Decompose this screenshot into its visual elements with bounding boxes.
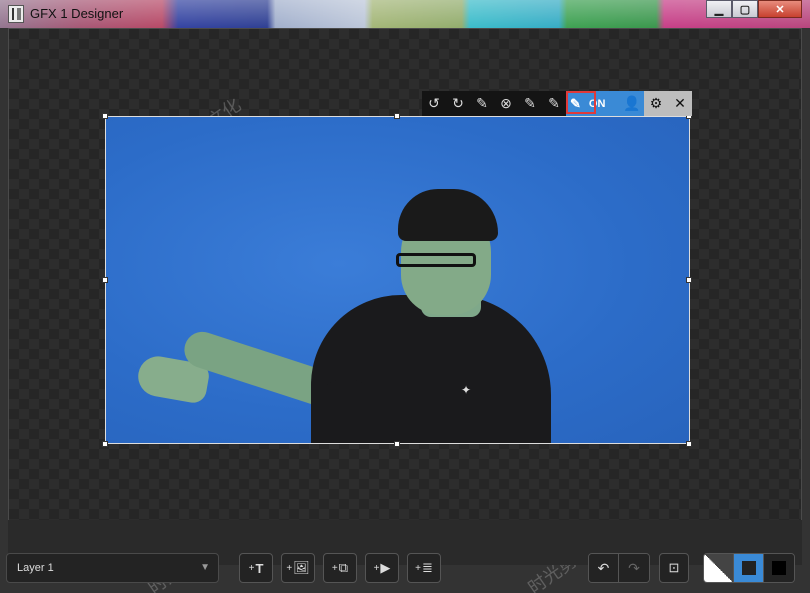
resize-handle[interactable]	[102, 277, 108, 283]
undo-button[interactable]: ↶	[589, 554, 619, 582]
window-title: GFX 1 Designer	[30, 6, 124, 21]
remove-icon[interactable]: ⊗	[494, 91, 518, 116]
shirt-logo-icon: ✦	[461, 383, 472, 397]
maximize-button[interactable]: ▢	[732, 0, 758, 18]
bg-dark-button[interactable]	[734, 554, 764, 582]
presenter-sleeve	[311, 379, 381, 443]
text-icon: T	[255, 560, 264, 576]
add-gallery-button[interactable]: + ⧉	[323, 553, 357, 583]
list-icon: ≣	[421, 560, 433, 575]
presenter-hair	[398, 189, 498, 241]
redo-button[interactable]: ↷	[619, 554, 649, 582]
layer-toolbar: ↺ ↻ ✎ ⊗ ✎ ✎ ✎ ON 👤 ⚙ ✕	[422, 91, 692, 116]
resize-handle[interactable]	[102, 113, 108, 119]
add-video-button[interactable]: + ▶	[365, 553, 399, 583]
pen-minus-icon[interactable]: ✎	[518, 91, 542, 116]
pen-icon[interactable]: ✎	[470, 91, 494, 116]
image-icon: 🖼	[293, 560, 310, 575]
gear-icon[interactable]: ⚙	[644, 91, 668, 116]
bg-black-button[interactable]	[764, 554, 794, 582]
window-controls: ▁ ▢ ✕	[706, 0, 802, 20]
resize-handle[interactable]	[686, 277, 692, 283]
layer-select-value: Layer 1	[17, 562, 54, 574]
gfx-designer-window: GFX 1 Designer ▁ ▢ ✕ 时光剪影文化 时光剪影文化 时光剪影文…	[0, 0, 810, 593]
chroma-key-toggle[interactable]: ✎ ON	[566, 91, 620, 116]
gallery-icon: ⧉	[338, 560, 349, 575]
layer-select[interactable]: Layer 1 ▼	[6, 553, 219, 583]
resize-handle[interactable]	[102, 441, 108, 447]
resize-handle[interactable]	[394, 441, 400, 447]
pen-plus-icon[interactable]: ✎	[542, 91, 566, 116]
highlight-box	[566, 91, 596, 114]
black-swatch-icon	[772, 561, 786, 575]
close-window-button[interactable]: ✕	[758, 0, 802, 18]
resize-handle[interactable]	[394, 113, 400, 119]
app-icon	[8, 5, 24, 23]
bg-checker-button[interactable]	[704, 554, 734, 582]
close-icon[interactable]: ✕	[668, 91, 692, 116]
dark-swatch-icon	[741, 561, 756, 575]
minimize-button[interactable]: ▁	[706, 0, 732, 18]
fit-to-screen-button[interactable]: ⊡	[659, 553, 689, 583]
rotate-right-icon[interactable]: ↻	[446, 91, 470, 116]
add-image-button[interactable]: + 🖼	[281, 553, 315, 583]
add-list-button[interactable]: + ≣	[407, 553, 441, 583]
video-icon: ▶	[380, 560, 391, 575]
user-icon[interactable]: 👤	[620, 91, 644, 116]
history-controls: ↶ ↷	[588, 553, 650, 583]
video-layer[interactable]: ✦	[105, 116, 690, 444]
add-text-button[interactable]: + T	[239, 553, 273, 583]
resize-handle[interactable]	[686, 441, 692, 447]
chevron-down-icon: ▼	[200, 562, 210, 573]
presenter-glasses	[396, 253, 476, 267]
rotate-left-icon[interactable]: ↺	[422, 91, 446, 116]
background-selector	[703, 553, 795, 583]
